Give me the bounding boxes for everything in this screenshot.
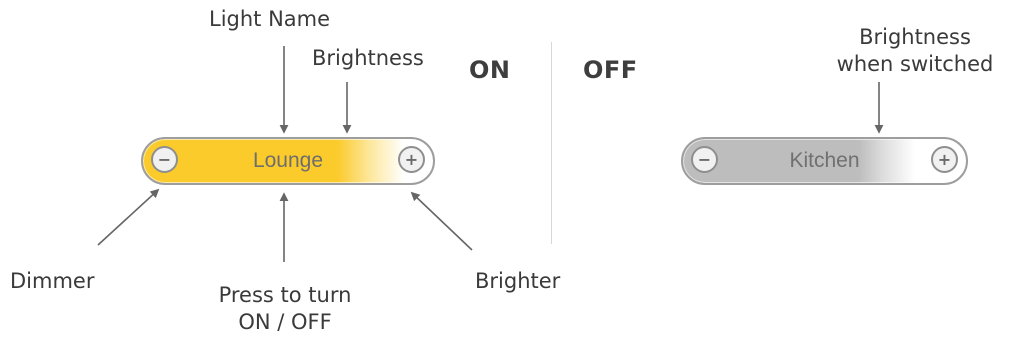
brighter-arrow bbox=[410, 191, 473, 251]
annotation-arrows bbox=[97, 46, 884, 262]
dimmer-arrow bbox=[97, 188, 160, 246]
